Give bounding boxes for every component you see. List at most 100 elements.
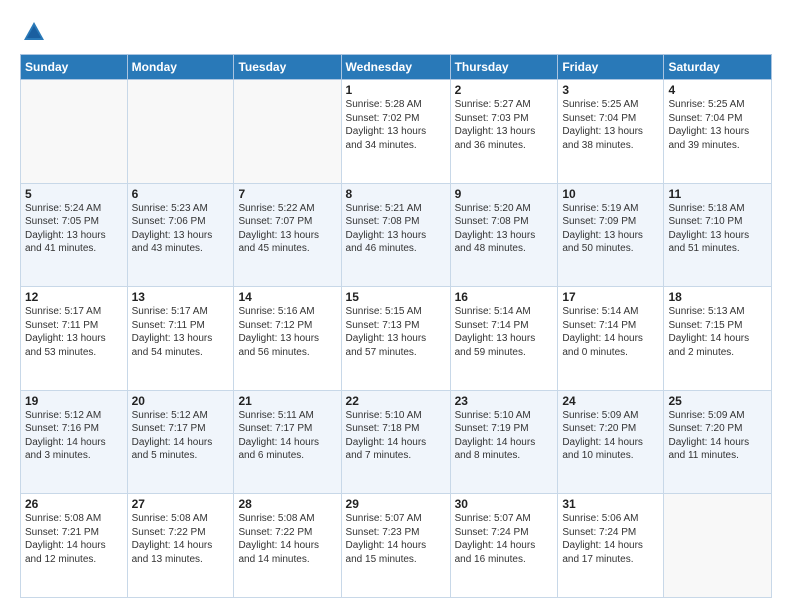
day-info: Sunrise: 5:07 AMSunset: 7:24 PMDaylight:… [455,512,554,566]
day-number: 28 [238,497,336,511]
calendar-cell: 17Sunrise: 5:14 AMSunset: 7:14 PMDayligh… [558,287,664,391]
calendar-cell: 22Sunrise: 5:10 AMSunset: 7:18 PMDayligh… [341,390,450,494]
day-info: Sunrise: 5:12 AMSunset: 7:16 PMDaylight:… [25,409,123,463]
calendar-cell: 7Sunrise: 5:22 AMSunset: 7:07 PMDaylight… [234,183,341,287]
weekday-header-wednesday: Wednesday [341,55,450,80]
day-info: Sunrise: 5:07 AMSunset: 7:23 PMDaylight:… [346,512,446,566]
calendar-cell [127,80,234,184]
calendar-cell: 2Sunrise: 5:27 AMSunset: 7:03 PMDaylight… [450,80,558,184]
page: SundayMondayTuesdayWednesdayThursdayFrid… [0,0,792,612]
day-info: Sunrise: 5:08 AMSunset: 7:21 PMDaylight:… [25,512,123,566]
day-info: Sunrise: 5:13 AMSunset: 7:15 PMDaylight:… [668,305,767,359]
calendar-cell: 21Sunrise: 5:11 AMSunset: 7:17 PMDayligh… [234,390,341,494]
day-info: Sunrise: 5:08 AMSunset: 7:22 PMDaylight:… [132,512,230,566]
header [20,18,772,46]
day-number: 5 [25,187,123,201]
day-info: Sunrise: 5:27 AMSunset: 7:03 PMDaylight:… [455,98,554,152]
day-info: Sunrise: 5:14 AMSunset: 7:14 PMDaylight:… [562,305,659,359]
day-info: Sunrise: 5:10 AMSunset: 7:18 PMDaylight:… [346,409,446,463]
calendar-cell: 13Sunrise: 5:17 AMSunset: 7:11 PMDayligh… [127,287,234,391]
calendar-cell: 29Sunrise: 5:07 AMSunset: 7:23 PMDayligh… [341,494,450,598]
calendar-cell: 23Sunrise: 5:10 AMSunset: 7:19 PMDayligh… [450,390,558,494]
day-info: Sunrise: 5:17 AMSunset: 7:11 PMDaylight:… [132,305,230,359]
day-info: Sunrise: 5:24 AMSunset: 7:05 PMDaylight:… [25,202,123,256]
day-number: 18 [668,290,767,304]
calendar-cell: 11Sunrise: 5:18 AMSunset: 7:10 PMDayligh… [664,183,772,287]
calendar-cell: 27Sunrise: 5:08 AMSunset: 7:22 PMDayligh… [127,494,234,598]
day-number: 11 [668,187,767,201]
day-number: 21 [238,394,336,408]
day-info: Sunrise: 5:09 AMSunset: 7:20 PMDaylight:… [562,409,659,463]
calendar-cell: 5Sunrise: 5:24 AMSunset: 7:05 PMDaylight… [21,183,128,287]
day-info: Sunrise: 5:06 AMSunset: 7:24 PMDaylight:… [562,512,659,566]
calendar-cell: 24Sunrise: 5:09 AMSunset: 7:20 PMDayligh… [558,390,664,494]
calendar-cell: 1Sunrise: 5:28 AMSunset: 7:02 PMDaylight… [341,80,450,184]
day-number: 26 [25,497,123,511]
day-info: Sunrise: 5:17 AMSunset: 7:11 PMDaylight:… [25,305,123,359]
week-row-5: 26Sunrise: 5:08 AMSunset: 7:21 PMDayligh… [21,494,772,598]
day-number: 4 [668,83,767,97]
day-number: 24 [562,394,659,408]
day-info: Sunrise: 5:18 AMSunset: 7:10 PMDaylight:… [668,202,767,256]
calendar-cell: 12Sunrise: 5:17 AMSunset: 7:11 PMDayligh… [21,287,128,391]
day-number: 6 [132,187,230,201]
calendar-cell: 26Sunrise: 5:08 AMSunset: 7:21 PMDayligh… [21,494,128,598]
day-info: Sunrise: 5:11 AMSunset: 7:17 PMDaylight:… [238,409,336,463]
day-info: Sunrise: 5:15 AMSunset: 7:13 PMDaylight:… [346,305,446,359]
day-number: 22 [346,394,446,408]
day-info: Sunrise: 5:25 AMSunset: 7:04 PMDaylight:… [668,98,767,152]
day-number: 20 [132,394,230,408]
day-number: 14 [238,290,336,304]
day-number: 16 [455,290,554,304]
day-number: 2 [455,83,554,97]
day-info: Sunrise: 5:10 AMSunset: 7:19 PMDaylight:… [455,409,554,463]
day-number: 29 [346,497,446,511]
calendar-cell: 18Sunrise: 5:13 AMSunset: 7:15 PMDayligh… [664,287,772,391]
calendar-cell: 30Sunrise: 5:07 AMSunset: 7:24 PMDayligh… [450,494,558,598]
day-number: 27 [132,497,230,511]
week-row-2: 5Sunrise: 5:24 AMSunset: 7:05 PMDaylight… [21,183,772,287]
calendar: SundayMondayTuesdayWednesdayThursdayFrid… [20,54,772,598]
calendar-cell: 31Sunrise: 5:06 AMSunset: 7:24 PMDayligh… [558,494,664,598]
logo-icon [20,18,48,46]
calendar-cell: 25Sunrise: 5:09 AMSunset: 7:20 PMDayligh… [664,390,772,494]
calendar-cell [234,80,341,184]
calendar-cell: 16Sunrise: 5:14 AMSunset: 7:14 PMDayligh… [450,287,558,391]
day-number: 3 [562,83,659,97]
day-info: Sunrise: 5:12 AMSunset: 7:17 PMDaylight:… [132,409,230,463]
day-info: Sunrise: 5:28 AMSunset: 7:02 PMDaylight:… [346,98,446,152]
day-info: Sunrise: 5:22 AMSunset: 7:07 PMDaylight:… [238,202,336,256]
calendar-cell: 6Sunrise: 5:23 AMSunset: 7:06 PMDaylight… [127,183,234,287]
day-number: 23 [455,394,554,408]
day-number: 31 [562,497,659,511]
day-number: 10 [562,187,659,201]
day-number: 19 [25,394,123,408]
weekday-header-saturday: Saturday [664,55,772,80]
calendar-cell: 28Sunrise: 5:08 AMSunset: 7:22 PMDayligh… [234,494,341,598]
weekday-header-thursday: Thursday [450,55,558,80]
calendar-cell: 9Sunrise: 5:20 AMSunset: 7:08 PMDaylight… [450,183,558,287]
day-info: Sunrise: 5:14 AMSunset: 7:14 PMDaylight:… [455,305,554,359]
day-number: 30 [455,497,554,511]
day-info: Sunrise: 5:08 AMSunset: 7:22 PMDaylight:… [238,512,336,566]
calendar-cell: 8Sunrise: 5:21 AMSunset: 7:08 PMDaylight… [341,183,450,287]
day-number: 13 [132,290,230,304]
weekday-header-friday: Friday [558,55,664,80]
day-number: 12 [25,290,123,304]
day-number: 9 [455,187,554,201]
day-number: 17 [562,290,659,304]
day-number: 8 [346,187,446,201]
calendar-cell: 19Sunrise: 5:12 AMSunset: 7:16 PMDayligh… [21,390,128,494]
day-info: Sunrise: 5:09 AMSunset: 7:20 PMDaylight:… [668,409,767,463]
calendar-cell: 15Sunrise: 5:15 AMSunset: 7:13 PMDayligh… [341,287,450,391]
calendar-cell: 3Sunrise: 5:25 AMSunset: 7:04 PMDaylight… [558,80,664,184]
day-number: 7 [238,187,336,201]
day-number: 15 [346,290,446,304]
calendar-cell: 4Sunrise: 5:25 AMSunset: 7:04 PMDaylight… [664,80,772,184]
weekday-header-row: SundayMondayTuesdayWednesdayThursdayFrid… [21,55,772,80]
weekday-header-tuesday: Tuesday [234,55,341,80]
week-row-4: 19Sunrise: 5:12 AMSunset: 7:16 PMDayligh… [21,390,772,494]
calendar-cell: 20Sunrise: 5:12 AMSunset: 7:17 PMDayligh… [127,390,234,494]
day-info: Sunrise: 5:19 AMSunset: 7:09 PMDaylight:… [562,202,659,256]
day-info: Sunrise: 5:25 AMSunset: 7:04 PMDaylight:… [562,98,659,152]
